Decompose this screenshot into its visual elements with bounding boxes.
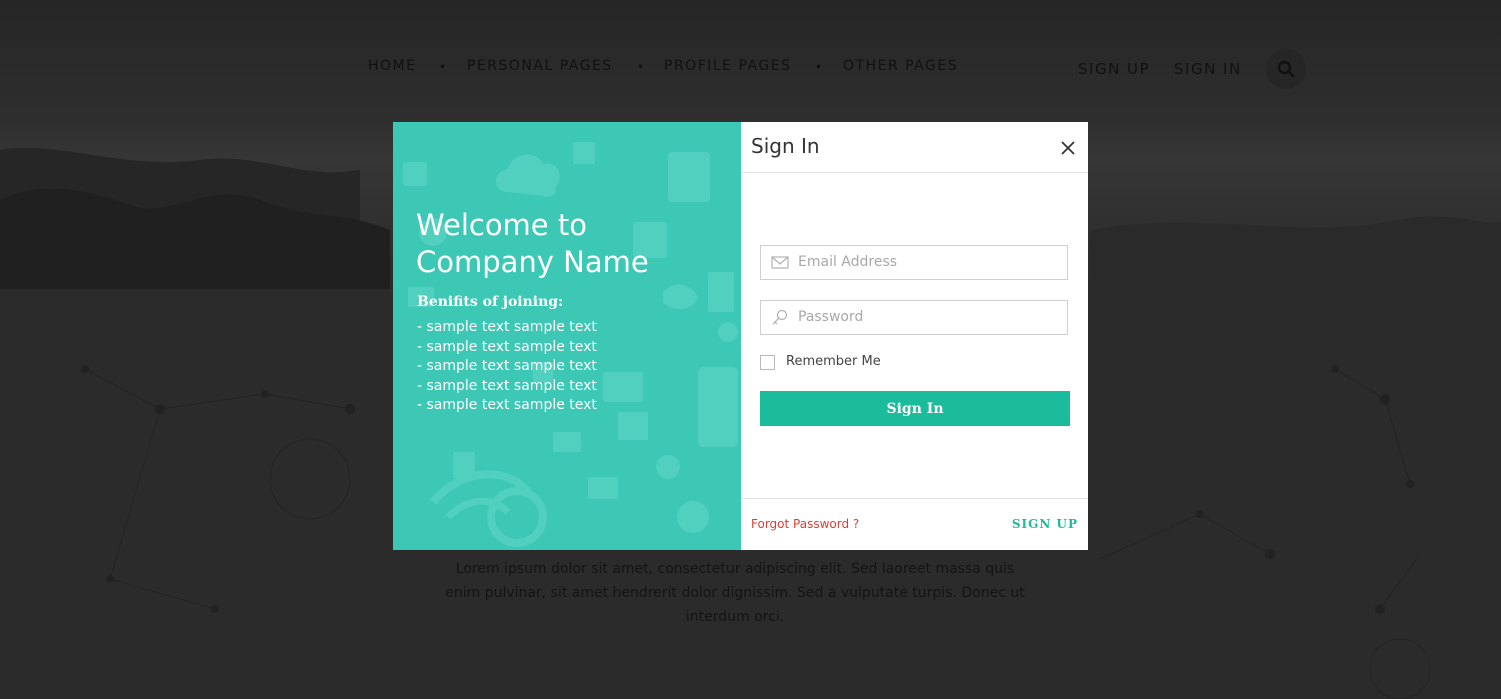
paragraph-line: Lorem ipsum dolor sit amet, consectetur … bbox=[455, 561, 1015, 577]
welcome-panel: Welcome to Company Name Benifits of join… bbox=[393, 122, 741, 550]
nav-separator: • bbox=[439, 60, 447, 74]
benefit-item: - sample text sample text bbox=[417, 338, 597, 355]
benefit-item: - sample text sample text bbox=[417, 377, 597, 394]
key-icon bbox=[772, 309, 788, 325]
nav-item-other-pages[interactable]: OTHER PAGES bbox=[843, 58, 958, 74]
email-field-wrapper bbox=[760, 245, 1068, 280]
modal-title: Sign In bbox=[751, 134, 820, 158]
company-name: Company Name bbox=[416, 245, 649, 279]
benefits-title: Benifits of joining: bbox=[417, 294, 564, 310]
remember-me-checkbox[interactable] bbox=[760, 355, 775, 370]
envelope-icon bbox=[771, 256, 789, 269]
modal-footer: Forgot Password ? SIGN UP bbox=[741, 498, 1088, 551]
benefit-item: - sample text sample text bbox=[417, 319, 597, 335]
welcome-heading: Welcome to Company Name bbox=[416, 207, 736, 281]
sign-up-link[interactable]: SIGN UP bbox=[1012, 517, 1078, 531]
nav-item-home[interactable]: HOME bbox=[368, 58, 416, 74]
background-paragraph: Lorem ipsum dolor sit amet, consectetur … bbox=[440, 557, 1030, 629]
nav-separator: • bbox=[815, 60, 823, 74]
welcome-line: Welcome to bbox=[416, 208, 587, 242]
paragraph-line: enim pulvinar, sit amet hendrerit dolor … bbox=[445, 585, 1025, 601]
benefits-list: - sample text sample text - sample text … bbox=[417, 318, 597, 416]
password-field-wrapper bbox=[760, 300, 1068, 335]
sign-in-button[interactable]: Sign In bbox=[760, 391, 1070, 426]
nav-item-profile-pages[interactable]: PROFILE PAGES bbox=[664, 58, 791, 74]
remember-me-label[interactable]: Remember Me bbox=[786, 354, 881, 369]
search-button[interactable] bbox=[1266, 49, 1306, 89]
sign-in-modal: Welcome to Company Name Benifits of join… bbox=[393, 122, 1088, 550]
paragraph-line: interdum orci. bbox=[685, 609, 785, 625]
nav-separator: • bbox=[637, 60, 645, 74]
nav-item-personal-pages[interactable]: PERSONAL PAGES bbox=[467, 58, 613, 74]
sign-in-form-panel: Sign In Remember Me Sign bbox=[741, 122, 1088, 550]
password-field[interactable] bbox=[798, 301, 1060, 332]
search-icon bbox=[1277, 60, 1295, 78]
modal-header: Sign In bbox=[741, 122, 1088, 173]
email-field[interactable] bbox=[798, 246, 1060, 277]
benefit-item: - sample text sample text bbox=[417, 397, 597, 413]
nav-sign-up-link[interactable]: SIGN UP bbox=[1078, 60, 1150, 78]
nav-sign-in-link[interactable]: SIGN IN bbox=[1174, 60, 1242, 78]
close-icon[interactable] bbox=[1058, 138, 1078, 158]
benefit-item: - sample text sample text bbox=[417, 358, 597, 374]
forgot-password-link[interactable]: Forgot Password ? bbox=[751, 517, 859, 531]
